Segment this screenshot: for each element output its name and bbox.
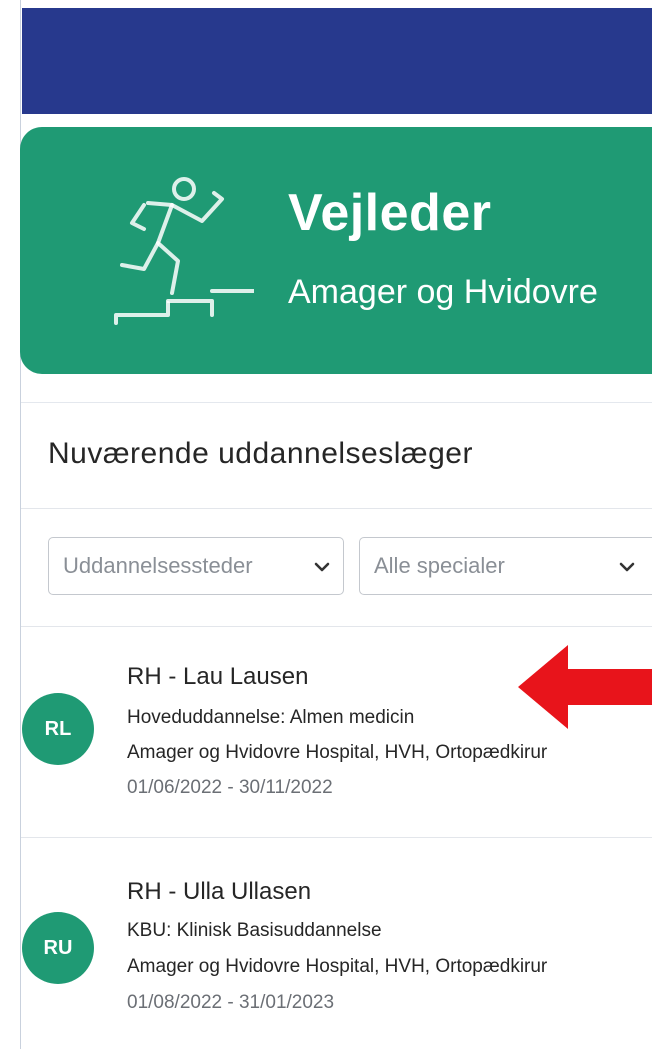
trainee-period: 01/06/2022 - 30/11/2022 — [127, 777, 333, 798]
trainee-period: 01/08/2022 - 31/01/2023 — [127, 992, 335, 1013]
specialties-select-value: Alle specialer — [374, 553, 505, 578]
header-divider — [21, 508, 652, 509]
trainee-program: Hoveduddannelse: Almen medicin — [127, 707, 415, 728]
trainee-name[interactable]: RH - Lau Lausen — [127, 663, 308, 691]
hospital-name: Amager og Hvidovre — [288, 273, 598, 311]
panel-title: Nuværende uddannelseslæger — [48, 437, 473, 470]
trainee-location: Amager og Hvidovre Hospital, HVH, Ortopæ… — [127, 956, 548, 977]
trainee-row[interactable]: RU RH - Ulla Ullasen KBU: Klinisk Basisu… — [21, 838, 652, 1050]
avatar: RL — [22, 693, 94, 765]
role-banner: Vejleder Amager og Hvidovre — [20, 127, 652, 374]
training-sites-select[interactable]: Uddannelsessteder — [48, 537, 344, 595]
top-navigation-bar — [22, 8, 652, 114]
trainee-program: KBU: Klinisk Basisuddannelse — [127, 920, 382, 941]
chevron-down-icon — [619, 562, 635, 572]
trainee-location: Amager og Hvidovre Hospital, HVH, Ortopæ… — [127, 742, 548, 763]
role-title: Vejleder — [288, 184, 492, 242]
running-up-stairs-icon — [114, 177, 254, 325]
avatar: RU — [22, 912, 94, 984]
trainees-panel: Nuværende uddannelseslæger Uddannelsesst… — [21, 402, 652, 1050]
trainee-name[interactable]: RH - Ulla Ullasen — [127, 878, 311, 906]
chevron-down-icon — [314, 562, 330, 572]
red-arrow-left-icon — [518, 645, 652, 729]
training-sites-select-value: Uddannelsessteder — [63, 553, 253, 578]
specialties-select[interactable]: Alle specialer — [359, 537, 652, 595]
